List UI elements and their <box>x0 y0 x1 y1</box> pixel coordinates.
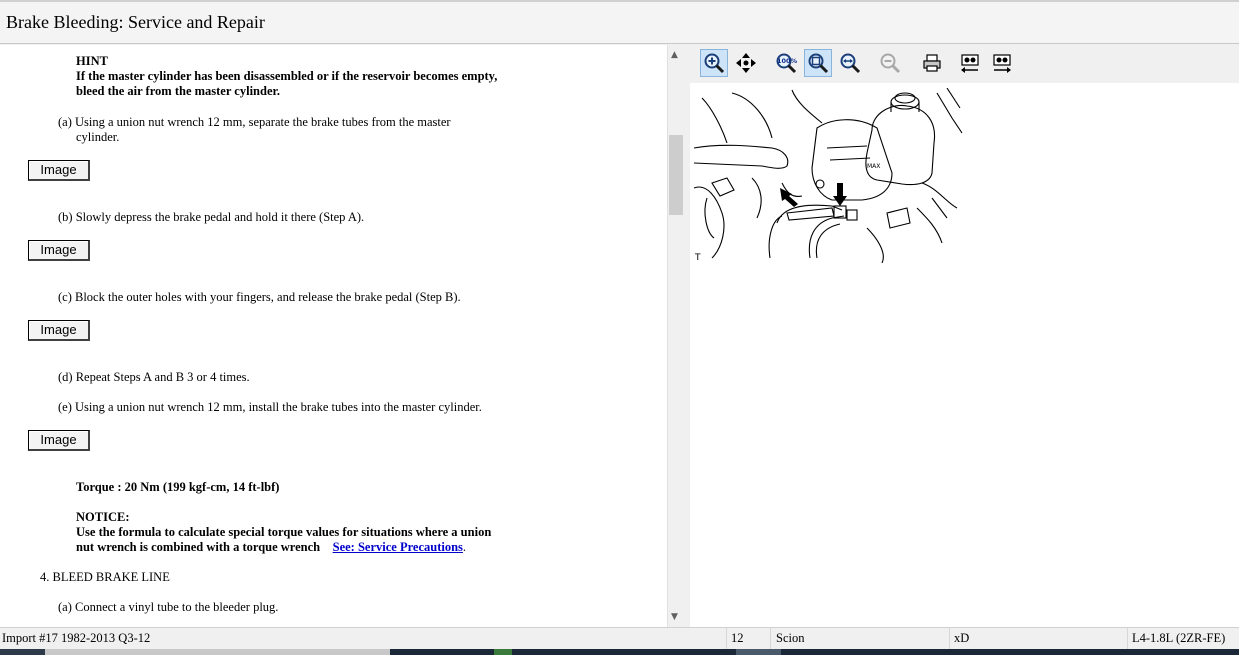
image-button-3[interactable]: Image <box>28 320 90 341</box>
pan-icon <box>736 53 756 73</box>
status-separator <box>726 628 727 650</box>
image-button-2[interactable]: Image <box>28 240 90 261</box>
taskbar-segment <box>494 649 512 655</box>
status-separator <box>949 628 950 650</box>
step-d-text: (d) Repeat Steps A and B 3 or 4 times. <box>58 370 250 384</box>
hint-line-2: bleed the air from the master cylinder. <box>76 84 281 98</box>
status-separator <box>770 628 771 650</box>
status-bar: Import #17 1982-2013 Q3-12 12 Scion xD L… <box>0 627 1239 650</box>
print-icon <box>923 54 941 72</box>
master-cylinder-diagram: MAX T <box>693 88 963 263</box>
image-button-4[interactable]: Image <box>28 430 90 451</box>
prev-image-icon <box>961 54 979 73</box>
zoom-out-icon <box>880 53 901 74</box>
scroll-down-icon[interactable]: ▼ <box>671 612 678 622</box>
status-year: 12 <box>731 631 744 645</box>
hint-line-1: If the master cylinder has been disassem… <box>76 69 498 83</box>
step-a-text: (a) Using a union nut wrench 12 mm, sepa… <box>58 115 451 129</box>
zoom-in-button[interactable] <box>700 49 728 77</box>
service-precautions-link[interactable]: See: Service Precautions <box>333 540 463 554</box>
status-import: Import #17 1982-2013 Q3-12 <box>2 631 151 645</box>
pan-button[interactable] <box>732 49 760 77</box>
zoom-fit-button[interactable] <box>804 49 832 77</box>
notice-line-2-wrap: nut wrench is combined with a torque wre… <box>76 540 466 555</box>
svg-text:MAX: MAX <box>867 163 880 170</box>
step-b-text: (b) Slowly depress the brake pedal and h… <box>58 210 365 224</box>
image-viewer-pane: 100% MAX T <box>690 45 1239 627</box>
window-title: Brake Bleeding: Service and Repair <box>6 12 265 32</box>
taskbar-segment <box>45 649 390 655</box>
scroll-up-icon[interactable]: ▲ <box>671 50 678 60</box>
status-engine: L4-1.8L (2ZR-FE) <box>1132 631 1226 645</box>
zoom-in-icon <box>704 53 725 74</box>
document-scrollbar[interactable]: ▲ ▼ <box>667 45 685 627</box>
step-4a-text: (a) Connect a vinyl tube to the bleeder … <box>58 600 279 614</box>
title-bar: Brake Bleeding: Service and Repair <box>0 0 1239 44</box>
next-image-icon <box>993 54 1011 73</box>
taskbar-segment <box>0 649 45 655</box>
step-e-text: (e) Using a union nut wrench 12 mm, inst… <box>58 400 482 414</box>
image-button-1[interactable]: Image <box>28 160 90 181</box>
taskbar-segment <box>736 649 781 655</box>
next-image-button[interactable] <box>988 49 1016 77</box>
prev-image-button[interactable] <box>956 49 984 77</box>
hint-heading: HINT <box>76 54 108 68</box>
step-a-text-cont: cylinder. <box>76 130 120 144</box>
status-make: Scion <box>776 631 805 645</box>
notice-line-1: Use the formula to calculate special tor… <box>76 525 492 539</box>
status-separator <box>1127 628 1128 650</box>
zoom-out-button[interactable] <box>876 49 904 77</box>
print-button[interactable] <box>918 49 946 77</box>
zoom-fit-icon <box>808 53 829 74</box>
notice-period: . <box>462 540 467 554</box>
zoom-width-button[interactable] <box>836 49 864 77</box>
scroll-thumb[interactable] <box>669 135 683 215</box>
zoom-100-icon: 100% <box>776 53 797 74</box>
status-model: xD <box>954 631 970 645</box>
zoom-100-button[interactable]: 100% <box>772 49 800 77</box>
svg-text:100%: 100% <box>777 57 797 65</box>
step-c-text: (c) Block the outer holes with your fing… <box>58 290 461 304</box>
taskbar-strip <box>0 649 1239 655</box>
torque-spec: Torque : 20 Nm (199 kgf-cm, 14 ft-lbf) <box>76 480 280 494</box>
notice-heading: NOTICE: <box>76 510 130 524</box>
section-4-heading: 4. BLEED BRAKE LINE <box>40 570 170 584</box>
diagram-corner-label: T <box>694 253 701 263</box>
zoom-width-icon <box>840 53 861 74</box>
document-pane[interactable]: HINT If the master cylinder has been dis… <box>0 45 668 627</box>
image-toolbar: 100% <box>690 45 1239 83</box>
notice-line-2: nut wrench is combined with a torque wre… <box>76 540 321 554</box>
